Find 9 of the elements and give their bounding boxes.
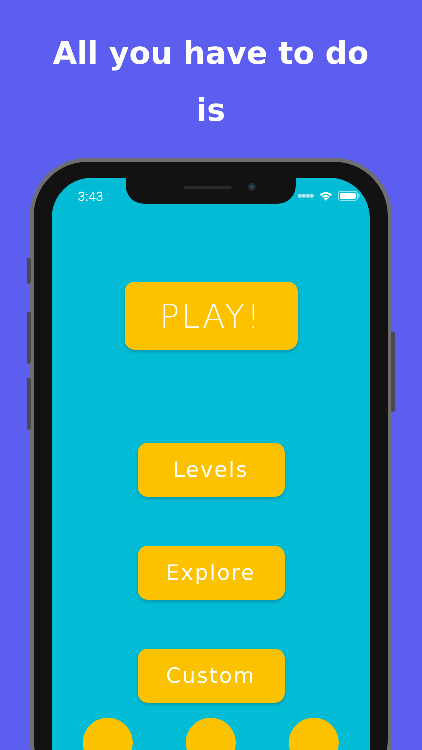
headline: All you have to do is	[52, 35, 370, 131]
menu-button[interactable]: Levels	[138, 443, 284, 497]
wifi-icon	[319, 191, 333, 201]
play-button[interactable]: PLAY!	[124, 282, 298, 350]
status-time: 3:43	[78, 188, 104, 204]
menu-button[interactable]: Custom	[138, 649, 284, 703]
battery-icon	[338, 191, 360, 201]
signal-icon	[298, 194, 314, 198]
menu-button[interactable]: Explore	[138, 546, 284, 600]
